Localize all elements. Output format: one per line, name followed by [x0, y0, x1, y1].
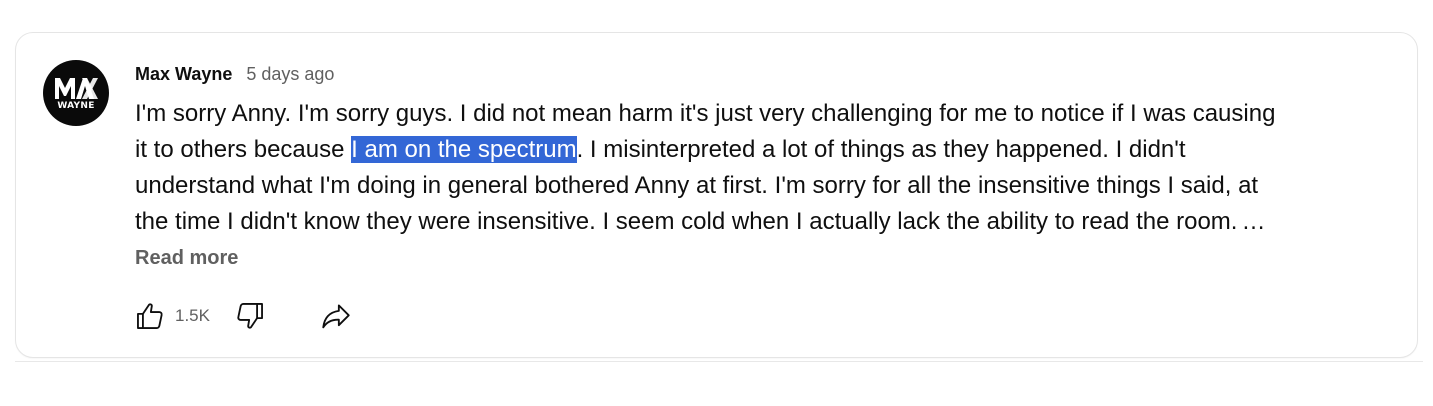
comment-line: understand what I'm doing in general bot… [135, 168, 1405, 204]
comment-timestamp[interactable]: 5 days ago [246, 64, 334, 85]
comment-line-text: it to others because [135, 136, 352, 163]
comment-line-text: . I misinterpreted a lot of things as th… [576, 136, 1186, 163]
comment-line-text: the time I didn't know they were insensi… [135, 208, 1238, 235]
max-logo-icon [55, 78, 98, 99]
comment-line: I'm sorry Anny. I'm sorry guys. I did no… [135, 96, 1405, 132]
share-arrow-icon [322, 304, 350, 329]
selected-text: I am on the spectrum [351, 136, 577, 163]
share-button[interactable] [316, 296, 356, 336]
like-button[interactable] [130, 296, 170, 336]
comment-actions: 1.5K [130, 296, 356, 336]
avatar-logo-text: WAYNE [57, 101, 95, 111]
thumbs-up-icon [137, 303, 163, 329]
truncation-ellipsis: … [1241, 208, 1266, 235]
comment-line: the time I didn't know they were insensi… [135, 204, 1405, 240]
comment-header: Max Wayne 5 days ago [135, 64, 334, 88]
comment-text: I'm sorry Anny. I'm sorry guys. I did no… [135, 96, 1405, 240]
comment-line-text: I'm sorry Anny. I'm sorry guys. I did no… [135, 100, 1276, 127]
avatar[interactable]: WAYNE [43, 60, 109, 126]
read-more-button[interactable]: Read more [135, 243, 238, 273]
divider [15, 361, 1423, 362]
author-name[interactable]: Max Wayne [135, 64, 232, 85]
thumbs-down-icon [237, 303, 263, 329]
dislike-button[interactable] [230, 296, 270, 336]
comment-line-text: understand what I'm doing in general bot… [135, 172, 1259, 199]
like-count: 1.5K [175, 306, 210, 325]
comment-line: it to others because I am on the spectru… [135, 132, 1405, 168]
